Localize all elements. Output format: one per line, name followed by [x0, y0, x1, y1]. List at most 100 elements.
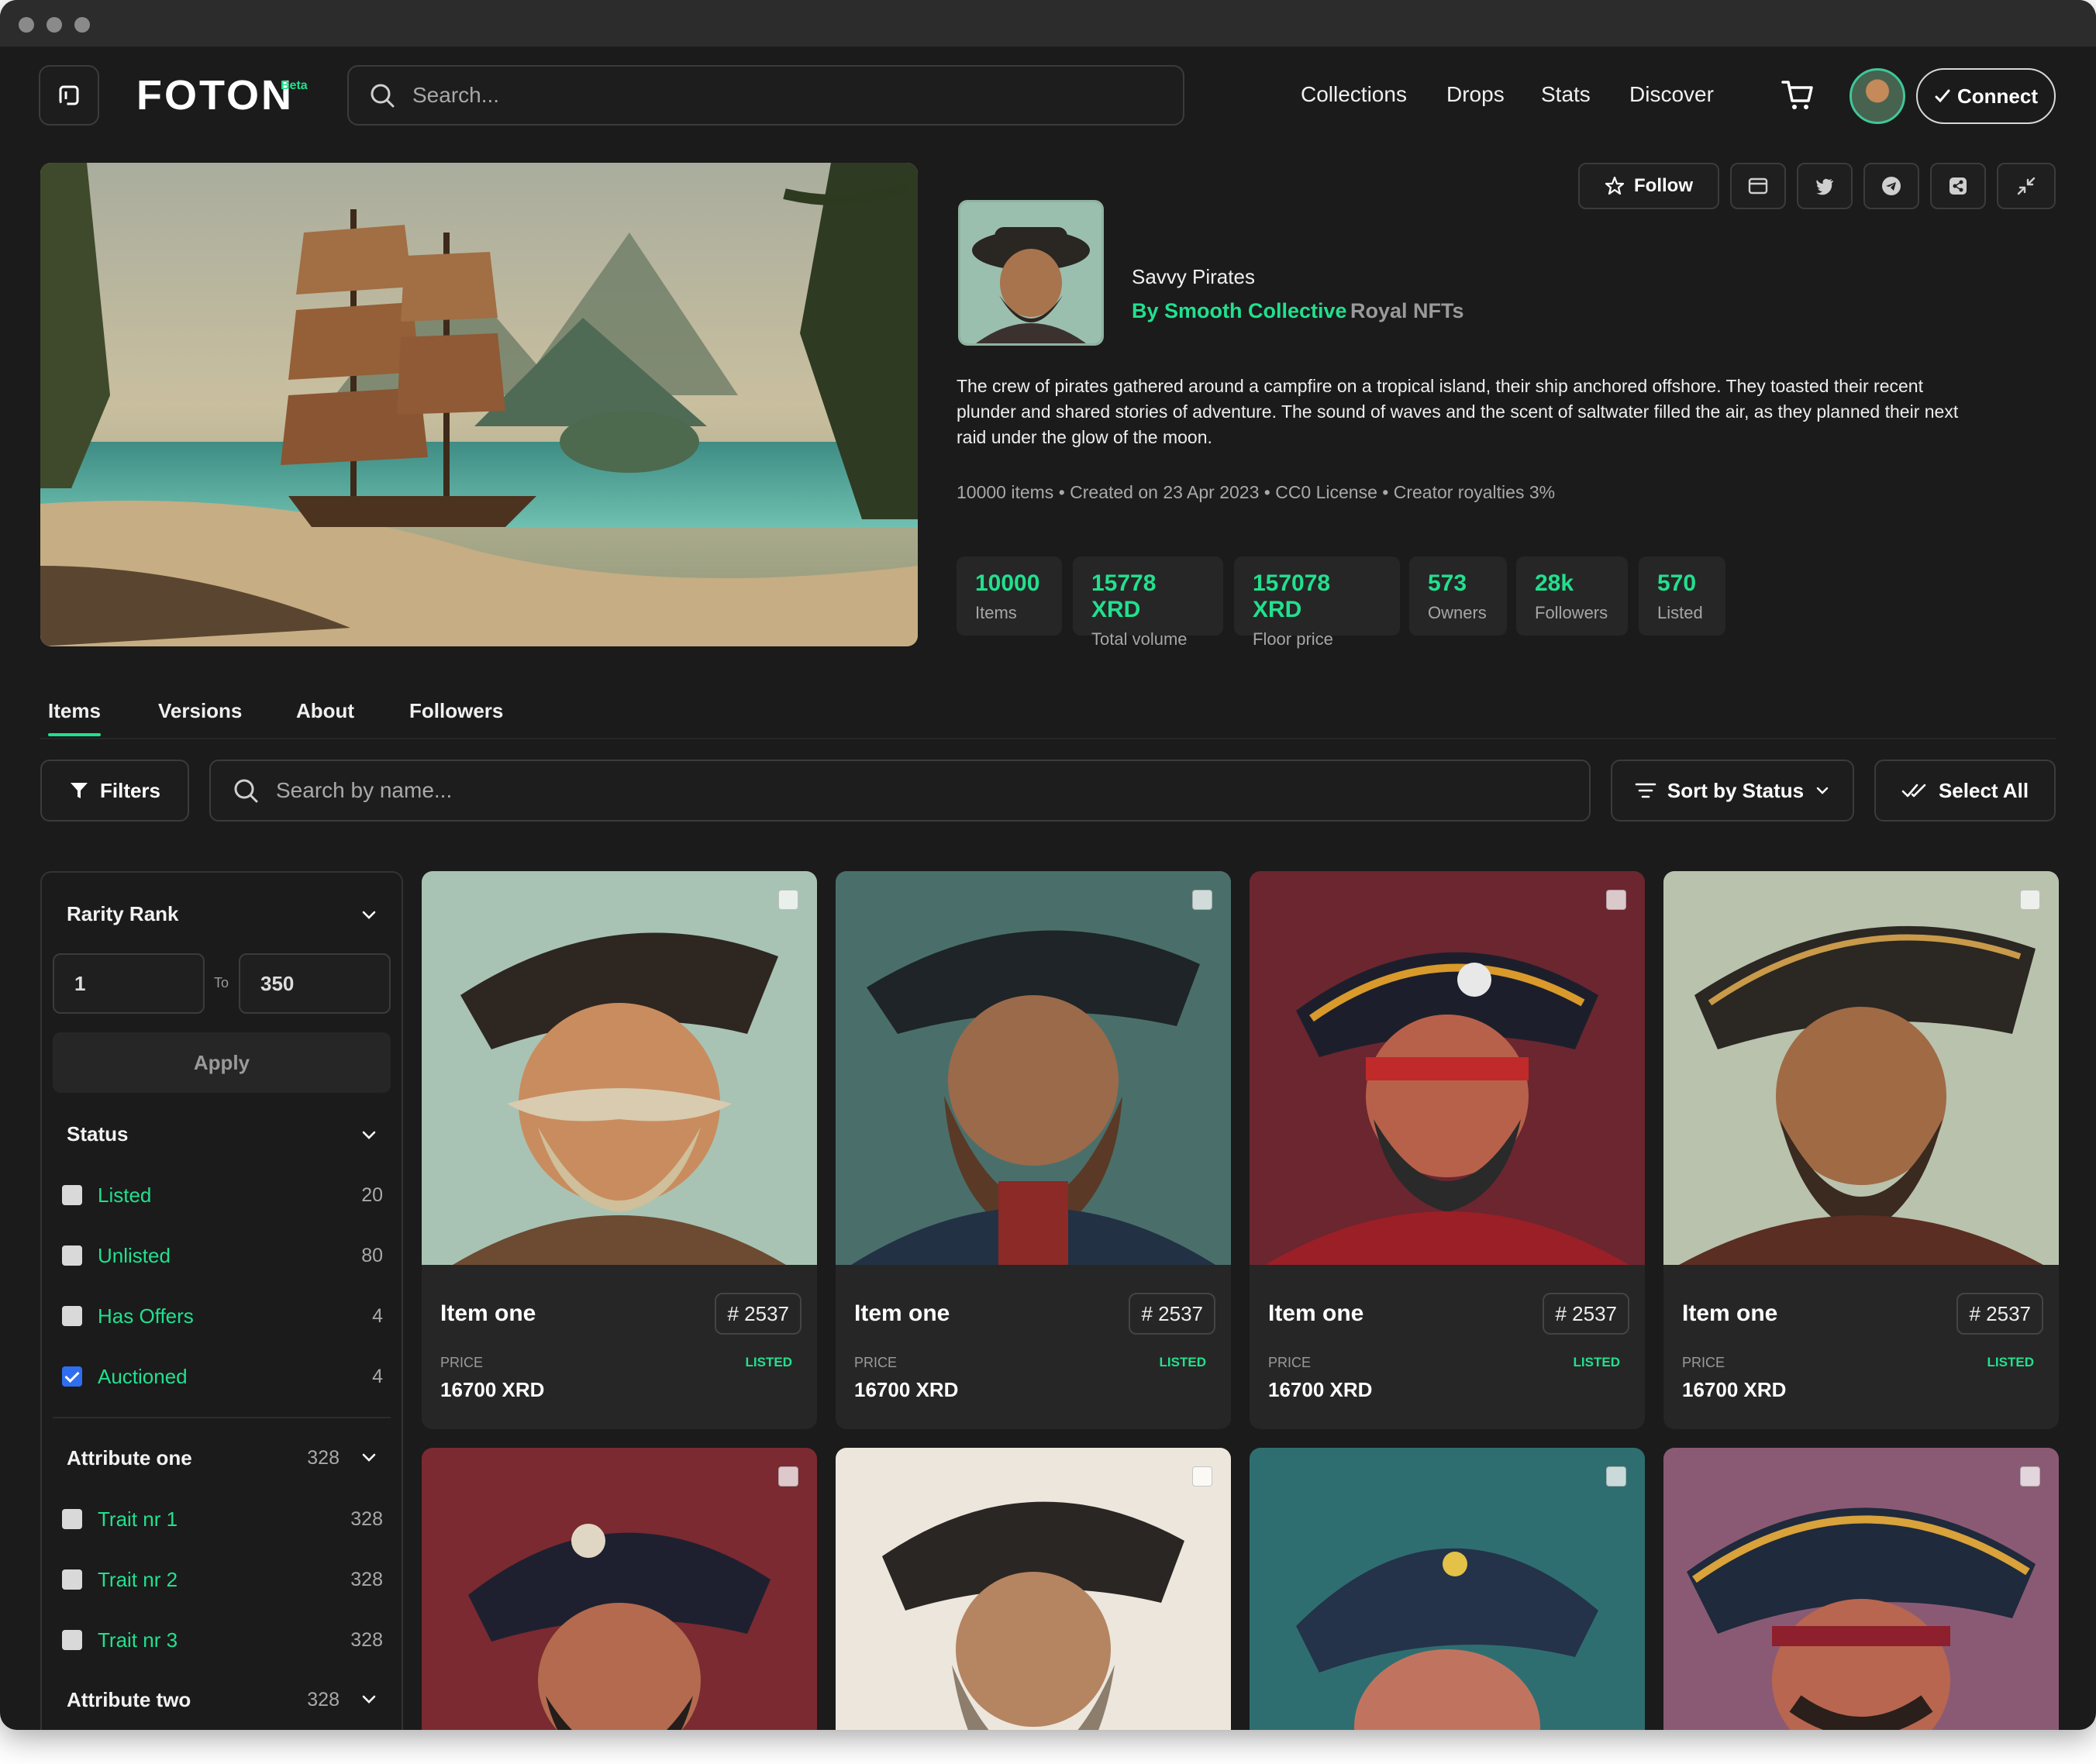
checkbox-checked[interactable] [62, 1366, 82, 1387]
attribute-one-heading[interactable]: Attribute one [67, 1446, 192, 1470]
trait-option-1[interactable]: Trait nr 1 328 [62, 1504, 383, 1535]
item-card[interactable] [1250, 1448, 1645, 1730]
stat-label: Listed [1657, 603, 1703, 622]
item-status: LISTED [745, 1355, 792, 1370]
status-option-auctioned[interactable]: Auctioned 4 [62, 1361, 383, 1392]
item-title: Item one [854, 1301, 950, 1326]
item-title: Item one [1682, 1301, 1778, 1326]
option-label: Listed [98, 1183, 152, 1207]
user-avatar[interactable] [1850, 68, 1905, 124]
checkbox[interactable] [62, 1245, 82, 1266]
stat-floor-price: 157078 XRD Floor price [1234, 556, 1400, 649]
attribute-two-heading[interactable]: Attribute two [67, 1688, 191, 1712]
range-to-label: To [214, 975, 229, 991]
website-button[interactable] [1730, 163, 1786, 209]
chevron-down-icon[interactable] [360, 1690, 378, 1708]
item-card[interactable] [1663, 1448, 2059, 1730]
stat-value: 570 [1657, 570, 1697, 596]
item-card[interactable]: Item one # 2537 PRICE LISTED 16700 XRD [1250, 871, 1645, 1429]
option-label: Unlisted [98, 1243, 171, 1267]
item-number-badge: # 2537 [1543, 1293, 1629, 1335]
collection-meta: 10000 items • Created on 23 Apr 2023 • C… [957, 482, 1556, 502]
rarity-max-input[interactable]: 350 [239, 953, 391, 1014]
option-count: 4 [372, 1304, 383, 1327]
pirate-item-image [422, 871, 817, 1265]
nav-collections[interactable]: Collections [1301, 82, 1407, 107]
item-card[interactable] [422, 1448, 817, 1730]
item-select-checkbox[interactable] [1192, 1466, 1212, 1487]
connect-button[interactable]: Connect [1916, 68, 2056, 124]
select-all-label: Select All [1938, 778, 2029, 802]
status-option-listed[interactable]: Listed 20 [62, 1180, 383, 1211]
share-button[interactable] [1930, 163, 1986, 209]
star-icon [1605, 176, 1625, 195]
global-search-input[interactable]: Search... [347, 65, 1184, 126]
collection-publisher[interactable]: Royal NFTs [1350, 299, 1464, 323]
filters-label: Filters [99, 778, 161, 802]
item-select-checkbox[interactable] [778, 890, 798, 910]
sort-icon [1635, 783, 1656, 798]
checkbox[interactable] [62, 1630, 82, 1650]
item-card[interactable]: Item one # 2537 PRICE LISTED 16700 XRD [1663, 871, 2059, 1429]
chevron-down-icon[interactable] [360, 1125, 378, 1144]
option-label: Trait nr 1 [98, 1507, 178, 1531]
filters-sidebar: Rarity Rank 1 To 350 Apply Status Listed… [40, 871, 403, 1730]
apply-button[interactable]: Apply [53, 1032, 391, 1093]
sort-label: Sort by Status [1667, 778, 1805, 802]
item-card[interactable]: Item one # 2537 PRICE LISTED 16700 XRD [422, 871, 817, 1429]
item-price: 16700 XRD [1682, 1378, 1787, 1401]
rarity-min-input[interactable]: 1 [53, 953, 205, 1014]
filters-button[interactable]: Filters [40, 760, 189, 822]
item-select-checkbox[interactable] [1192, 890, 1212, 910]
checkbox[interactable] [62, 1185, 82, 1205]
twitter-button[interactable] [1797, 163, 1853, 209]
nav-drops[interactable]: Drops [1446, 82, 1505, 107]
sort-dropdown[interactable]: Sort by Status [1611, 760, 1854, 822]
pirate-portrait [960, 202, 1101, 343]
active-tab-indicator [48, 733, 101, 736]
item-select-checkbox[interactable] [2020, 890, 2040, 910]
status-heading[interactable]: Status [67, 1122, 128, 1146]
item-select-checkbox[interactable] [778, 1466, 798, 1487]
foton-logo[interactable]: FOTON [136, 71, 294, 119]
select-all-button[interactable]: Select All [1874, 760, 2056, 822]
item-card[interactable]: Item one # 2537 PRICE LISTED 16700 XRD [836, 871, 1231, 1429]
checkbox[interactable] [62, 1306, 82, 1326]
item-select-checkbox[interactable] [2020, 1466, 2040, 1487]
checkbox[interactable] [62, 1569, 82, 1590]
stat-value: 15778 XRD [1091, 570, 1157, 622]
stat-label: Items [975, 603, 1017, 622]
nav-discover[interactable]: Discover [1629, 82, 1714, 107]
collapse-button[interactable] [1997, 163, 2056, 209]
collection-creator-link[interactable]: By Smooth Collective [1132, 299, 1347, 323]
cart-button[interactable] [1780, 78, 1815, 117]
checkbox[interactable] [62, 1509, 82, 1529]
tab-items[interactable]: Items [48, 699, 101, 723]
item-select-checkbox[interactable] [1606, 890, 1626, 910]
follow-button[interactable]: Follow [1578, 163, 1719, 209]
stat-label: Owners [1428, 603, 1487, 622]
beta-badge: Beta [281, 79, 308, 92]
tab-versions[interactable]: Versions [158, 699, 242, 723]
trait-option-2[interactable]: Trait nr 2 328 [62, 1564, 383, 1595]
chevron-down-icon[interactable] [360, 905, 378, 924]
window-close-dot[interactable] [19, 17, 34, 33]
item-card[interactable] [836, 1448, 1231, 1730]
window-maximize-dot[interactable] [74, 17, 90, 33]
window-minimize-dot[interactable] [47, 17, 62, 33]
name-search-input[interactable]: Search by name... [209, 760, 1591, 822]
item-select-checkbox[interactable] [1606, 1466, 1626, 1487]
attribute-one-count: 328 [307, 1447, 340, 1469]
rarity-rank-heading[interactable]: Rarity Rank [67, 902, 179, 926]
search-icon [371, 84, 395, 108]
option-count: 328 [350, 1507, 383, 1530]
tab-about[interactable]: About [296, 699, 354, 723]
status-option-has-offers[interactable]: Has Offers 4 [62, 1301, 383, 1332]
status-option-unlisted[interactable]: Unlisted 80 [62, 1240, 383, 1271]
telegram-button[interactable] [1863, 163, 1919, 209]
nav-stats[interactable]: Stats [1541, 82, 1591, 107]
sidebar-toggle-button[interactable] [39, 65, 99, 126]
tab-followers[interactable]: Followers [409, 699, 503, 723]
chevron-down-icon[interactable] [360, 1448, 378, 1466]
trait-option-3[interactable]: Trait nr 3 328 [62, 1624, 383, 1655]
